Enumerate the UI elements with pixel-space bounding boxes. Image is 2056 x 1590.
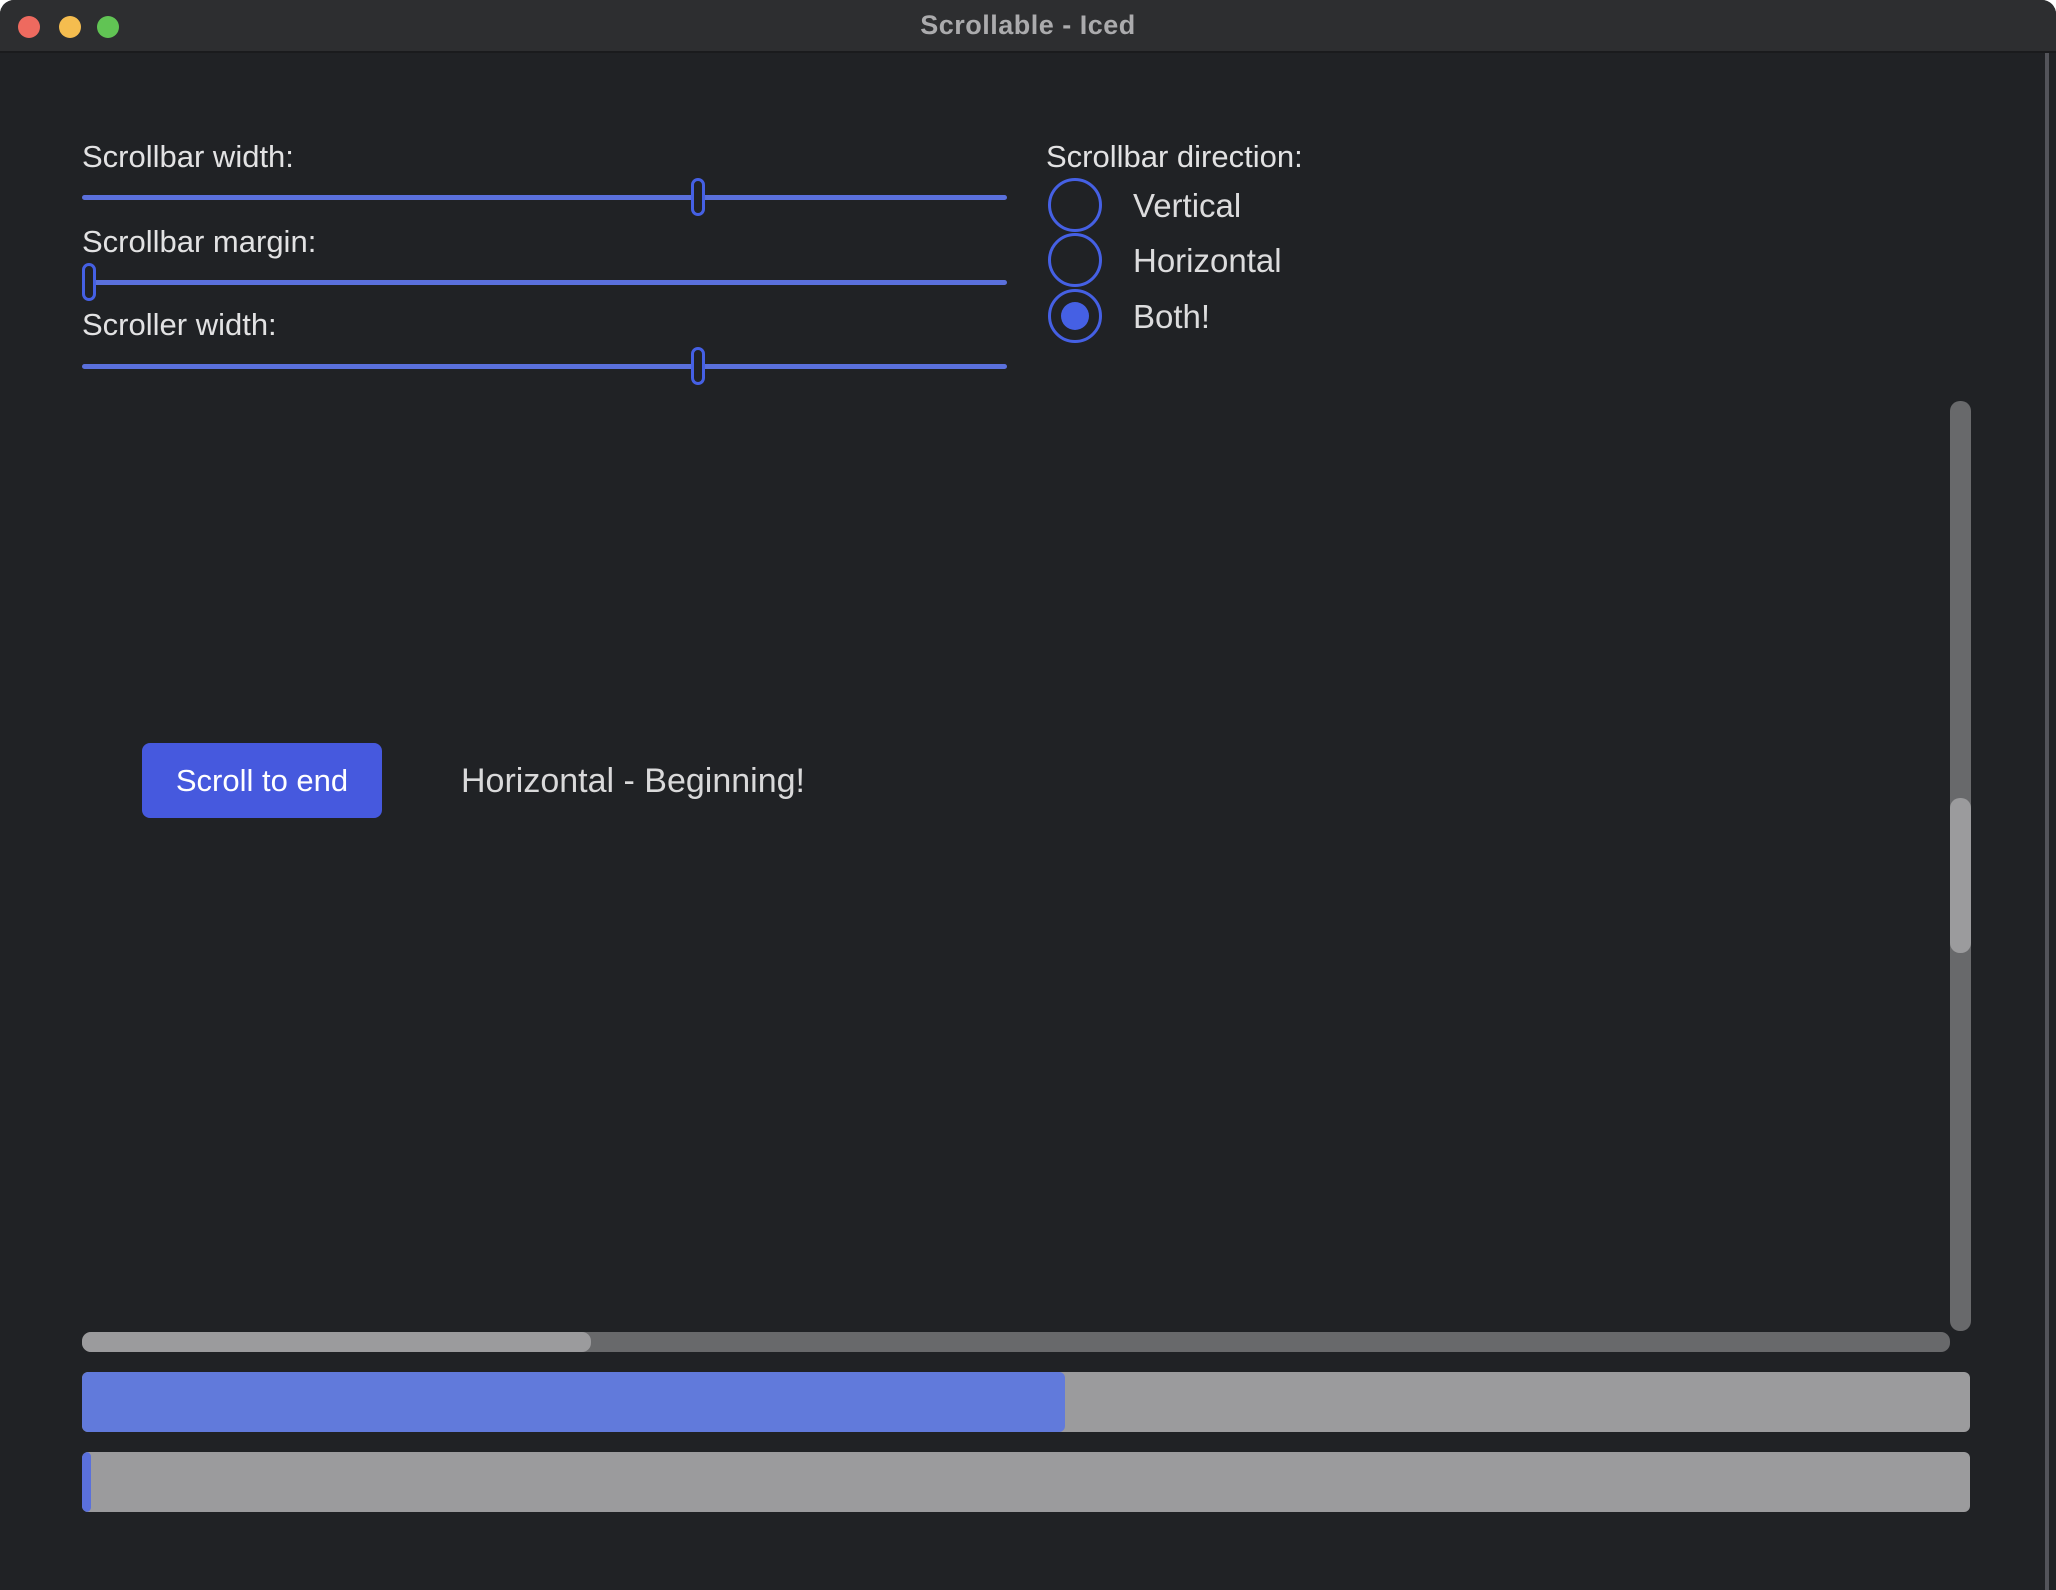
vertical-scrollbar-track[interactable] (1950, 401, 1971, 1331)
app-window: Scrollable - Iced Scrollbar width: Scrol… (0, 0, 2056, 1590)
scroll-to-end-button[interactable]: Scroll to end (142, 743, 382, 818)
radio-both[interactable] (1048, 289, 1102, 343)
scroll-status-text: Horizontal - Beginning! (461, 762, 805, 801)
scrollbar-margin-label: Scrollbar margin: (82, 223, 316, 260)
progress-bar-x (82, 1372, 1970, 1432)
scroller-width-label: Scroller width: (82, 306, 277, 343)
vertical-scrollbar-thumb[interactable] (1950, 798, 1971, 953)
scrollbar-margin-slider[interactable] (82, 280, 1007, 285)
titlebar: Scrollable - Iced (0, 0, 2056, 53)
progress-bar-y (82, 1452, 1970, 1512)
scrollbar-margin-slider-handle[interactable] (82, 263, 96, 301)
horizontal-scrollbar-thumb[interactable] (82, 1332, 591, 1352)
horizontal-scrollbar-track[interactable] (82, 1332, 1950, 1352)
scrollbar-width-slider[interactable] (82, 195, 1007, 200)
scrollbar-width-label: Scrollbar width: (82, 138, 294, 175)
radio-horizontal[interactable] (1048, 233, 1102, 287)
progress-bar-x-fill (82, 1372, 1065, 1432)
radio-vertical-label[interactable]: Vertical (1133, 187, 1241, 225)
scroller-width-slider[interactable] (82, 364, 1007, 369)
progress-bar-y-fill (82, 1452, 91, 1512)
radio-both-label[interactable]: Both! (1133, 298, 1210, 336)
scrollbar-width-slider-handle[interactable] (691, 178, 705, 216)
scrollbar-direction-label: Scrollbar direction: (1046, 138, 1303, 175)
window-right-border (2045, 53, 2049, 1590)
radio-selected-dot-icon (1061, 302, 1089, 330)
scroller-width-slider-handle[interactable] (691, 347, 705, 385)
window-title: Scrollable - Iced (0, 0, 2056, 51)
radio-vertical[interactable] (1048, 178, 1102, 232)
radio-horizontal-label[interactable]: Horizontal (1133, 242, 1282, 280)
